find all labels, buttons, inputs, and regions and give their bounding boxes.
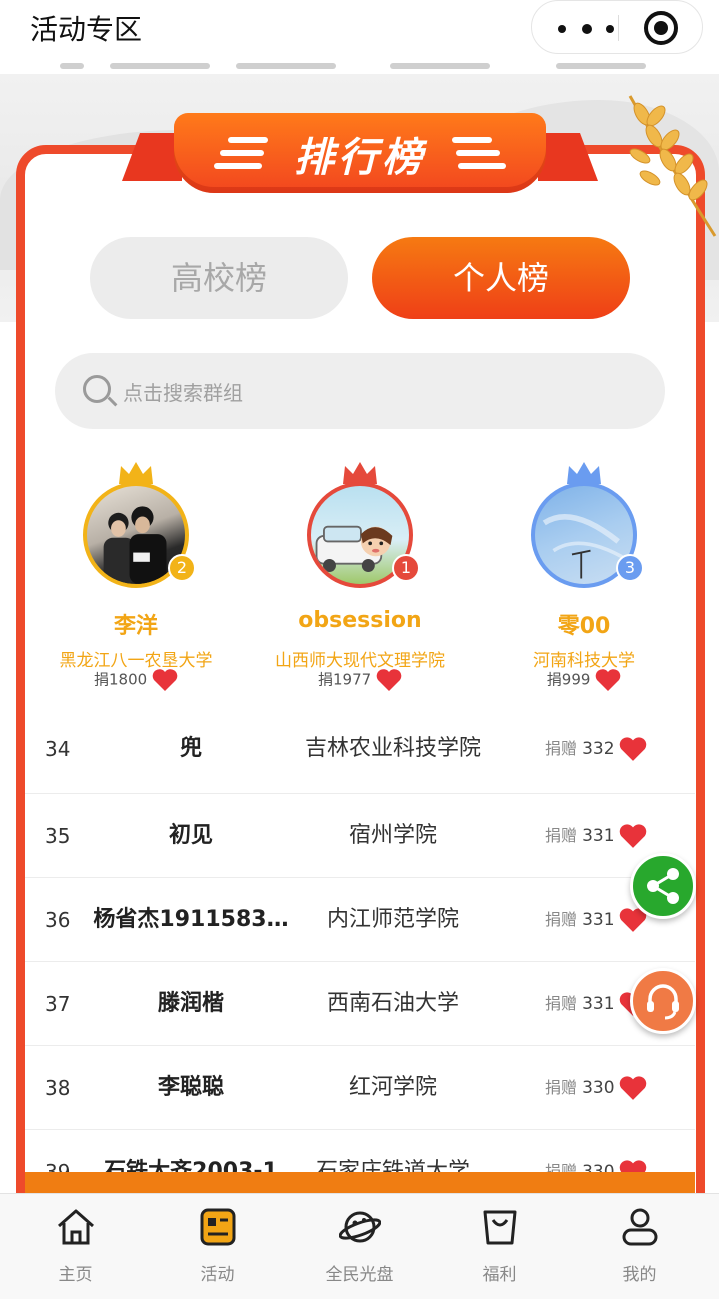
nav-welfare[interactable]: 福利	[428, 1194, 571, 1299]
ranking-row[interactable]: 36 杨省杰1911583… 内江师范学院 捐赠 331	[25, 878, 695, 962]
bottom-navigation: 主页 活动 全民光盘 福利 我的	[0, 1193, 719, 1299]
close-mini-program-icon[interactable]	[644, 11, 678, 45]
row-school: 西南石油大学	[326, 991, 459, 1016]
row-school: 红河学院	[348, 1075, 437, 1100]
row-school: 吉林农业科技学院	[304, 736, 481, 761]
row-donation-label: 捐赠	[545, 910, 578, 929]
capsule-divider	[618, 15, 619, 41]
rank-badge: 2	[168, 554, 196, 582]
search-placeholder: 点击搜索群组	[123, 381, 243, 405]
row-donation-amount: 330	[582, 1162, 615, 1172]
row-rank: 34	[45, 737, 71, 761]
podium-name: obsession	[298, 608, 422, 633]
headset-icon	[647, 984, 679, 1020]
heart-icon	[619, 824, 647, 848]
podium-donation: 捐1977	[250, 668, 470, 692]
nav-label: 我的	[622, 1265, 657, 1285]
row-rank: 38	[45, 1076, 71, 1100]
card-bottom-strip	[25, 1172, 695, 1194]
wheat-decoration	[628, 95, 717, 237]
top-bar: 活动专区	[0, 0, 719, 60]
podium-name: 零00	[557, 614, 611, 639]
row-name: 杨省杰1911583…	[93, 907, 289, 932]
row-rank: 36	[45, 908, 71, 932]
mini-program-capsule	[531, 0, 703, 54]
row-donation-label: 捐赠	[545, 1162, 578, 1172]
row-donation-label: 捐赠	[545, 739, 578, 758]
ranking-row[interactable]: 37 滕润楷 西南石油大学 捐赠 331	[25, 962, 695, 1046]
user-icon	[622, 1208, 658, 1246]
share-button[interactable]	[630, 853, 696, 919]
heart-icon	[152, 669, 178, 691]
podium-donation: 捐1800	[26, 668, 246, 692]
nav-home[interactable]: 主页	[4, 1194, 147, 1299]
nav-label: 全民光盘	[325, 1265, 394, 1285]
rank-badge: 3	[616, 554, 644, 582]
more-menu-icon[interactable]	[554, 1, 618, 55]
ranking-list[interactable]: 34 兜 吉林农业科技学院 捐赠 332 35 初见 宿州学院 捐赠 331 3…	[25, 712, 695, 1172]
podium-donation: 捐999	[474, 668, 694, 692]
podium-name: 李洋	[113, 614, 158, 639]
ranking-row[interactable]: 34 兜 吉林农业科技学院 捐赠 332	[25, 712, 695, 794]
ranking-row[interactable]: 39 石铁大齐2003-1 石家庄铁道大学 捐赠 330	[25, 1130, 695, 1172]
banner-title: 排行榜	[294, 135, 426, 181]
planet-icon	[339, 1211, 381, 1243]
search-input[interactable]: 点击搜索群组	[55, 353, 665, 429]
page-title: 活动专区	[30, 13, 143, 46]
activity-icon	[200, 1208, 236, 1246]
ranking-row[interactable]: 35 初见 宿州学院 捐赠 331	[25, 794, 695, 878]
nav-label: 主页	[58, 1265, 93, 1285]
nav-activity[interactable]: 活动	[146, 1194, 289, 1299]
heart-icon	[619, 737, 647, 761]
nav-clean-plate[interactable]: 全民光盘	[288, 1194, 431, 1299]
row-donation-amount: 330	[582, 1078, 615, 1098]
row-school: 石家庄铁道大学	[315, 1159, 470, 1172]
podium-donation-text: 捐999	[546, 670, 591, 689]
leaderboard-banner: 排行榜	[122, 113, 598, 193]
podium-donation-text: 捐1800	[94, 670, 148, 689]
ranking-row[interactable]: 38 李聪聪 红河学院 捐赠 330	[25, 1046, 695, 1130]
bag-icon	[483, 1210, 517, 1245]
clipped-nav-strip	[0, 60, 719, 74]
nav-mine[interactable]: 我的	[568, 1194, 711, 1299]
tab-school-ranking[interactable]: 高校榜	[90, 237, 348, 319]
heart-icon	[595, 669, 621, 691]
customer-service-button[interactable]	[630, 968, 696, 1034]
row-donation-amount: 331	[582, 910, 615, 930]
row-name: 初见	[168, 823, 213, 848]
nav-label: 福利	[482, 1265, 517, 1285]
row-school: 内江师范学院	[326, 907, 459, 932]
tab-personal-ranking[interactable]: 个人榜	[372, 237, 630, 319]
row-rank: 37	[45, 992, 71, 1016]
search-icon	[83, 375, 111, 403]
row-rank: 39	[45, 1160, 71, 1172]
row-name: 石铁大齐2003-1	[104, 1159, 278, 1172]
row-donation-label: 捐赠	[545, 826, 578, 845]
rank-badge: 1	[392, 554, 420, 582]
row-name: 兜	[179, 736, 202, 761]
row-donation-amount: 331	[582, 994, 615, 1014]
row-school: 宿州学院	[348, 823, 437, 848]
row-donation-label: 捐赠	[545, 1078, 578, 1097]
podium-donation-text: 捐1977	[318, 670, 372, 689]
row-name: 滕润楷	[157, 991, 224, 1016]
row-donation-amount: 331	[582, 826, 615, 846]
row-rank: 35	[45, 824, 71, 848]
nav-label: 活动	[200, 1265, 235, 1285]
row-donation-amount: 332	[582, 739, 615, 759]
heart-icon	[619, 1076, 647, 1100]
home-icon	[58, 1209, 94, 1245]
row-donation-label: 捐赠	[545, 994, 578, 1013]
share-icon	[647, 868, 679, 904]
heart-icon	[376, 669, 402, 691]
row-name: 李聪聪	[157, 1075, 224, 1100]
heart-icon	[619, 1160, 647, 1172]
